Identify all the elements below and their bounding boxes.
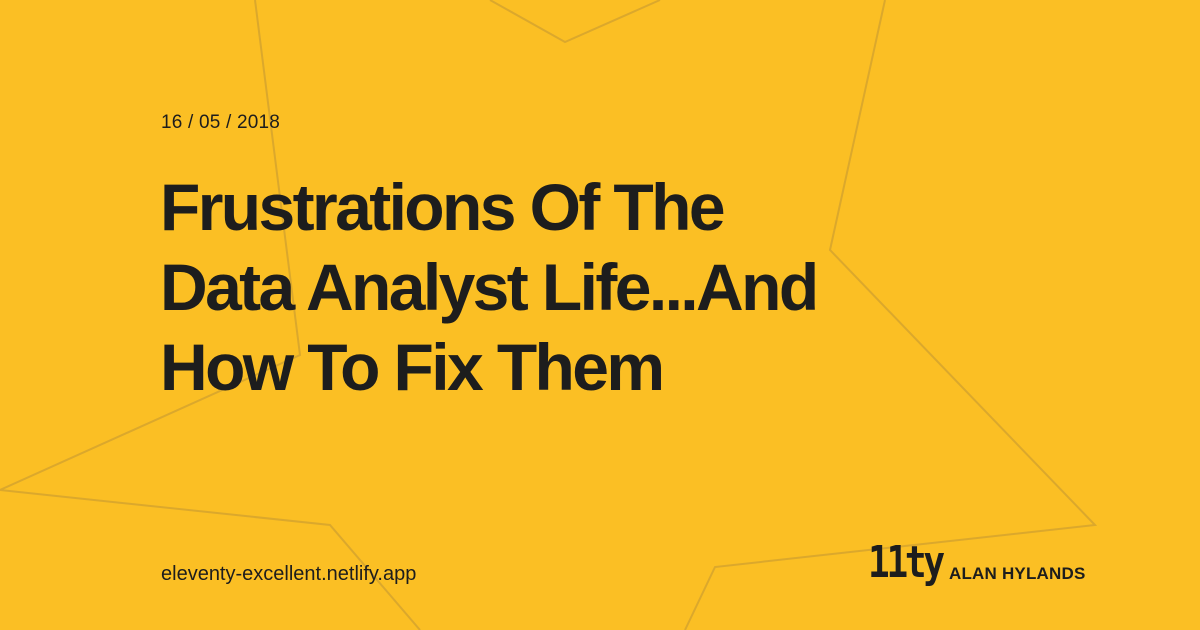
- post-date: 16 / 05 / 2018: [161, 112, 281, 133]
- site-url: eleventy-excellent.netlify.app: [161, 563, 417, 585]
- eleventy-logo: 11ty: [868, 537, 945, 588]
- post-title: Frustrations Of The Data Analyst Life...…: [160, 167, 1060, 407]
- post-title-line: Frustrations Of The: [160, 170, 726, 244]
- post-title-line: Data Analyst Life...And: [160, 250, 819, 324]
- post-title-line: How To Fix Them: [160, 330, 665, 404]
- author-name: ALAN HYLANDS: [949, 564, 1086, 583]
- social-card: 16 / 05 / 2018 Frustrations Of The Data …: [0, 0, 1200, 630]
